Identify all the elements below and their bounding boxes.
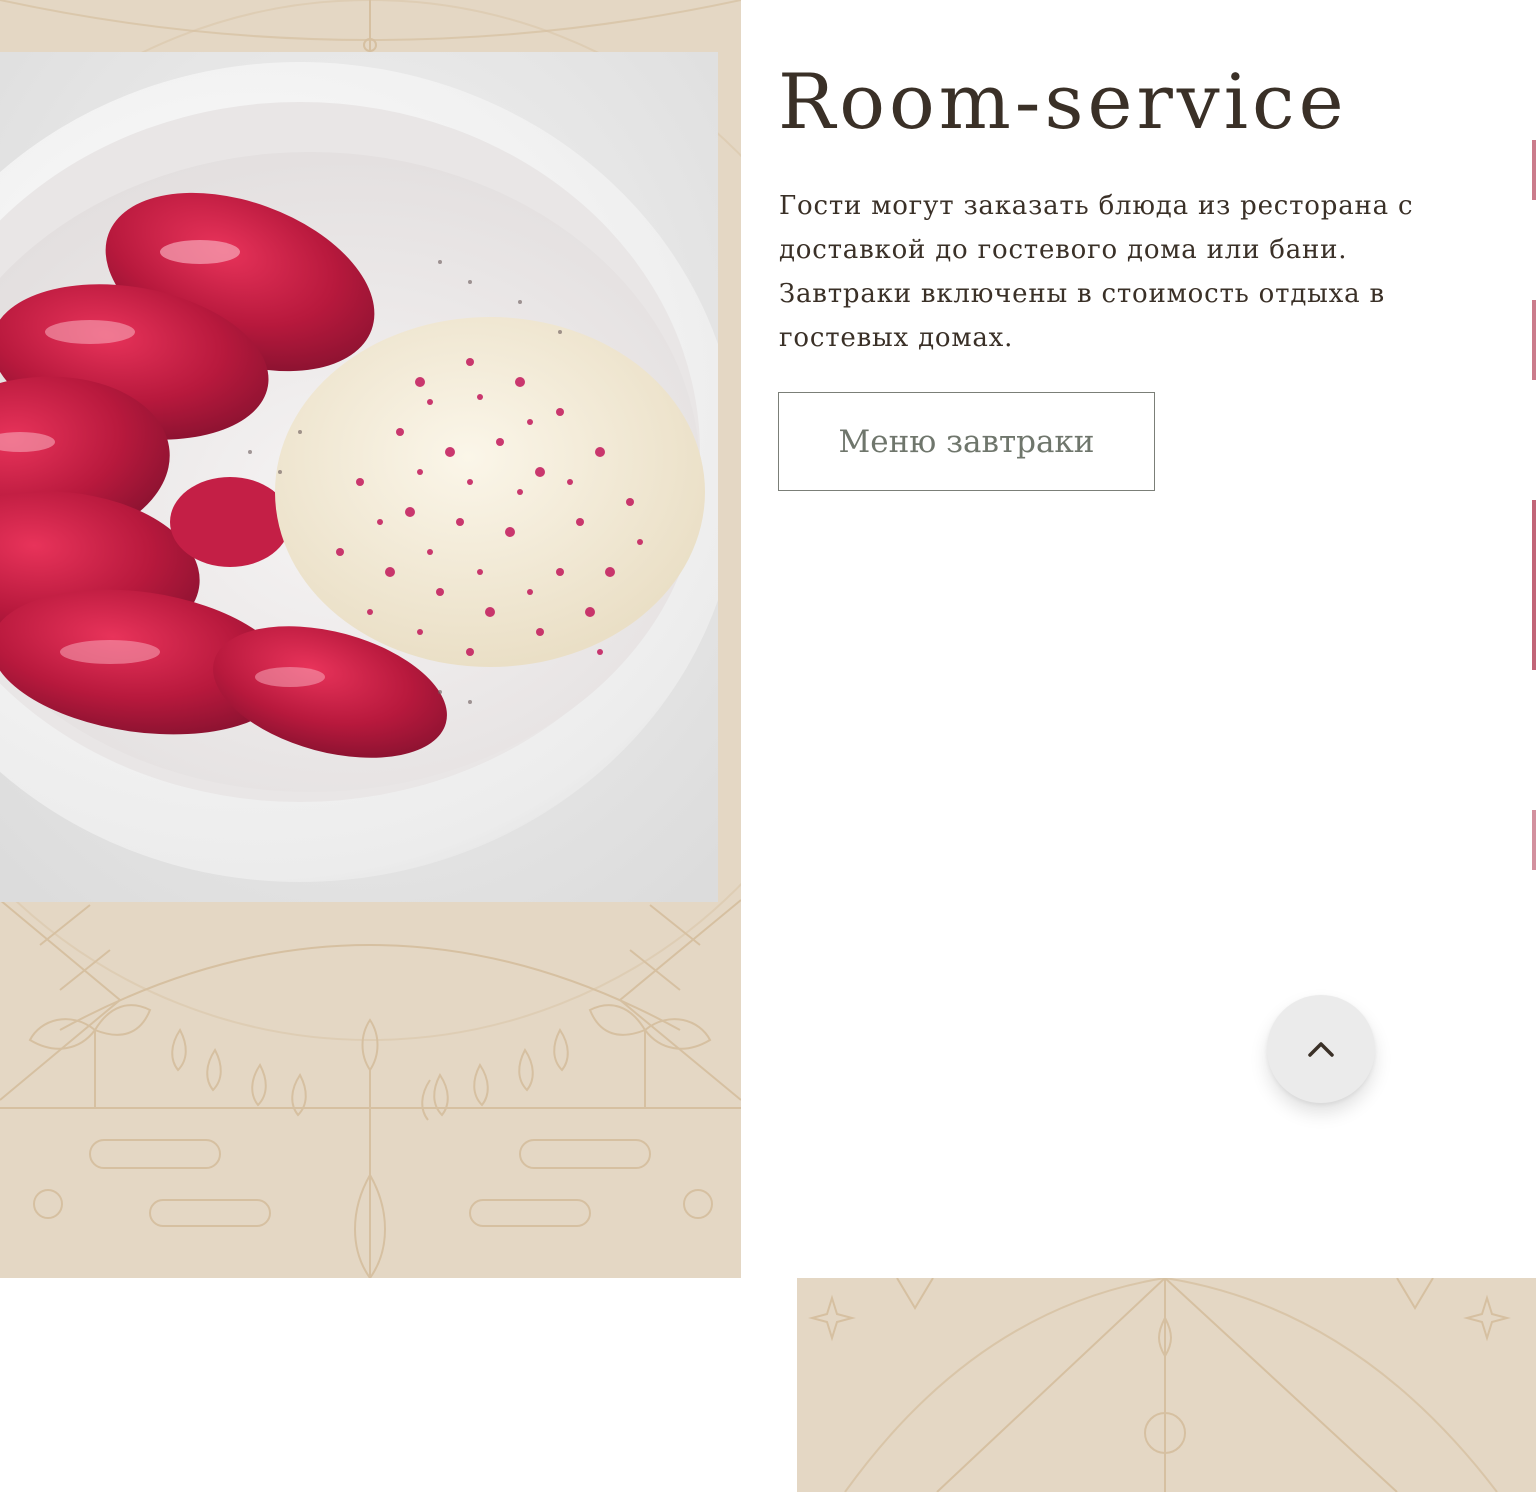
food-photo-illustration — [0, 52, 718, 902]
ornament-pattern-bottom — [808, 1278, 1511, 1492]
scroll-to-top-button[interactable] — [1267, 995, 1375, 1103]
adjacent-image-edge — [1532, 0, 1536, 1278]
section-description: Гости могут заказать блюда из ресторана … — [779, 191, 1414, 353]
room-service-section: Room-service Гости могут заказать блюда … — [0, 0, 1536, 1492]
chevron-up-icon — [1308, 1042, 1334, 1057]
breakfast-menu-button[interactable]: Меню завтраки — [778, 392, 1155, 491]
section-title: Room-service — [778, 57, 1348, 146]
food-photo — [0, 52, 718, 902]
ornament-background-bottom — [797, 1278, 1536, 1492]
